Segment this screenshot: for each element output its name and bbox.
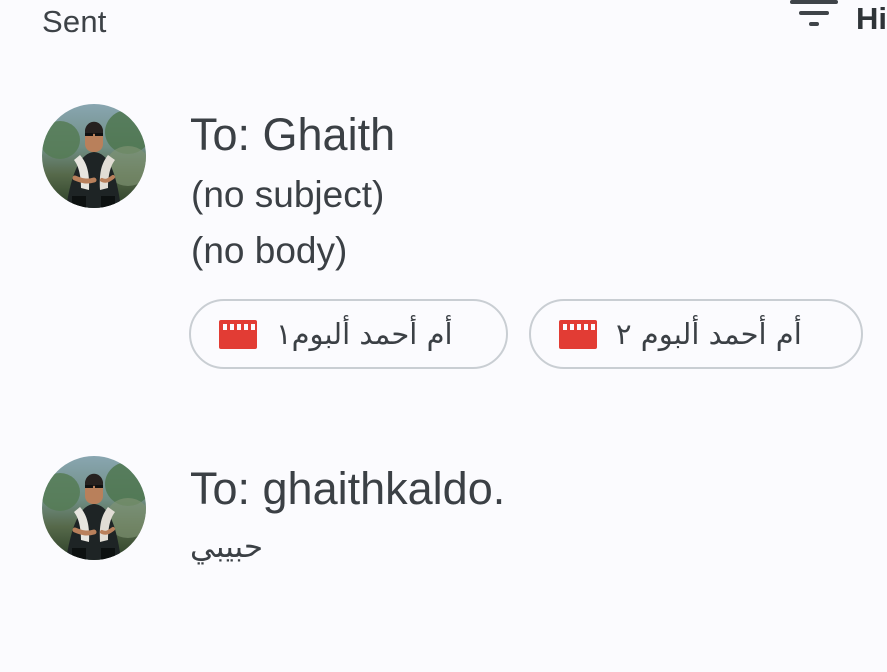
attachment-chip[interactable]: أم أحمد ألبوم ٢ (529, 299, 863, 369)
email-item[interactable]: To: ghaithkaldo. حبيبي (0, 420, 887, 672)
attachment-name: أم أحمد ألبوم ٢ (616, 316, 802, 351)
recipient: To: Ghaith (190, 109, 396, 160)
avatar-photo (42, 456, 146, 560)
email-item[interactable]: To: Ghaith (no subject) (no body) أم أحم… (0, 0, 887, 420)
subject: (no subject) (191, 174, 385, 215)
video-clapperboard-icon (559, 319, 597, 349)
attachment-name: أم أحمد ألبوم١ (276, 316, 453, 351)
recipient: To: ghaithkaldo. (190, 463, 506, 514)
attachment-chip[interactable]: أم أحمد ألبوم١ (189, 299, 508, 369)
avatar-photo (42, 104, 146, 208)
avatar[interactable] (42, 104, 146, 208)
message-snippet: حبيبي (190, 529, 264, 565)
avatar[interactable] (42, 456, 146, 560)
sent-mail-list: Sent Hi To: Ghaith (no subject) (no body… (0, 0, 887, 672)
body-preview: (no body) (191, 230, 348, 271)
video-clapperboard-icon (219, 319, 257, 349)
